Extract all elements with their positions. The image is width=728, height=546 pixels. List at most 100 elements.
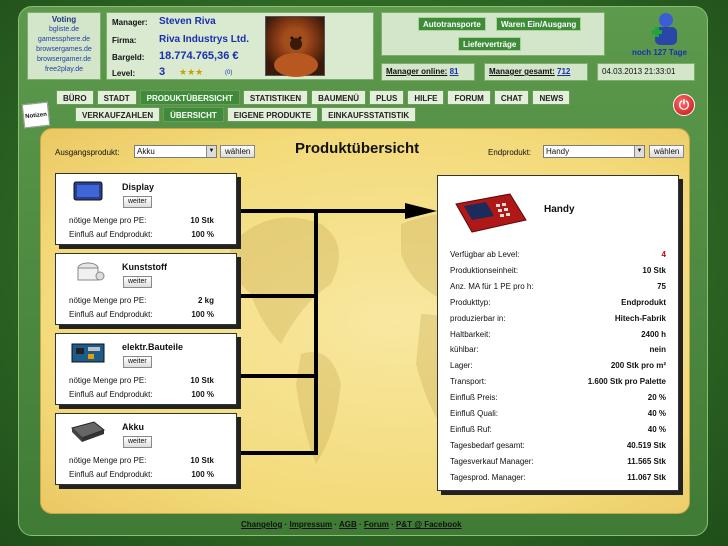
footer-link-forum[interactable]: Forum [364,520,389,529]
manager-total-value[interactable]: 712 [557,67,570,76]
manager-total-label: Manager gesamt: [489,67,555,76]
end-choose-button[interactable]: wählen [649,145,685,158]
mobile-phone-icon [455,193,527,233]
attribute-label: Produktionseinheit: [450,265,519,275]
notizen-note[interactable]: Notizen [21,101,51,129]
einfluss-value: 100 % [191,390,214,399]
product-attribute-row: Haltbarkeit: 2400 h [450,330,666,339]
end-select[interactable]: Handy ▼ [543,145,645,158]
sub-tab-eigene-produkte[interactable]: EIGENE PRODUKTE [226,107,319,122]
firma-label: Firma: [112,36,137,45]
connector-line [236,209,316,213]
menge-label: nötige Menge pro PE: [69,376,147,385]
manager-name: Steven Riva [159,16,216,27]
attribute-label: Produkttyp: [450,297,491,307]
sub-nav: VERKAUFZAHLEN ÜBERSICHT EIGENE PRODUKTE … [75,107,417,122]
connector-line [314,209,318,455]
sub-tab-uebersicht[interactable]: ÜBERSICHT [163,107,224,122]
attribute-label: Anz. MA für 1 PE pro h: [450,281,534,291]
end-label: Endprodukt: [488,148,532,157]
bargeld-value: 18.774.765,36 € [159,50,239,62]
product-attribute-row: Einfluß Preis: 20 % [450,393,666,402]
footer-link-facebook[interactable]: P&T @ Facebook [396,520,462,529]
attribute-value: 1.600 Stk pro Palette [587,377,666,387]
attribute-value: 200 Stk pro m² [610,361,666,371]
attribute-value: 11.565 Stk [627,456,666,466]
einfluss-value: 100 % [191,470,214,479]
product-attribute-row: Einfluß Quali: 40 % [450,409,666,418]
nav-tab-baumenue[interactable]: BAUMENÜ [311,90,367,105]
voting-link[interactable]: bgliste.de [28,25,100,35]
weiter-button[interactable]: weiter [123,276,152,288]
waren-button[interactable]: Waren Ein/Ausgang [496,17,582,31]
attribute-value: Hitech-Fabrik [614,313,666,323]
sub-tab-einkaufsstatistik[interactable]: EINKAUFSSTATISTIK [321,107,417,122]
voting-link[interactable]: gamessphere.de [28,35,100,45]
product-attribute-row: Einfluß Ruf: 40 % [450,425,666,434]
attribute-label: Tagesbedarf gesamt: [450,440,525,450]
menge-value: 10 Stk [190,456,214,465]
menge-value: 10 Stk [190,216,214,225]
sub-tab-verkaufzahlen[interactable]: VERKAUFZAHLEN [75,107,161,122]
kunststoff-icon [77,262,105,281]
logout-power-icon[interactable]: ⏻ [673,94,695,116]
attribute-label: Haltbarkeit: [450,329,491,339]
bargeld-label: Bargeld: [112,53,145,62]
product-attribute-row: Tagesbedarf gesamt: 40.519 Stk [450,441,666,450]
ausgang-select[interactable]: Akku ▼ [134,145,217,158]
nav-tab-plus[interactable]: PLUS [369,90,405,105]
liefervertraege-button[interactable]: Lieferverträge [458,37,522,51]
component-name: Display [122,182,155,192]
nav-tab-stadt[interactable]: STADT [96,90,137,105]
attribute-label: Transport: [450,377,487,387]
nav-tab-statistiken[interactable]: STATISTIKEN [242,90,309,105]
nav-tab-produktuebersicht[interactable]: PRODUKTÜBERSICHT [139,90,240,105]
manager-online-box: Manager online: 81 [381,63,475,81]
einfluss-label: Einfluß auf Endprodukt: [69,390,153,399]
chevron-down-icon: ▼ [634,146,644,157]
component-card: Kunststoff weiter nötige Menge pro PE: 2… [55,253,237,325]
voting-link[interactable]: browsergames.de [28,45,100,55]
manager-online-value[interactable]: 81 [450,67,459,76]
component-name: Akku [122,422,145,432]
product-attribute-row: Transport: 1.600 Stk pro Palette [450,377,666,386]
level-stars: ★★★ [179,67,204,77]
component-card: Akku weiter nötige Menge pro PE: 10 Stk … [55,413,237,485]
attribute-label: kühlbar: [450,345,479,355]
footer-link-impressum[interactable]: Impressum [289,520,332,529]
attribute-value: Endprodukt [621,297,666,307]
level-value: 3 [159,66,166,78]
footer-link-agb[interactable]: AGB [339,520,357,529]
nav-tab-chat[interactable]: CHAT [493,90,530,105]
component-card: elektr.Bauteile weiter nötige Menge pro … [55,333,237,405]
arrow-head-icon [405,203,437,219]
weiter-button[interactable]: weiter [123,436,152,448]
days-remaining: noch 127 Tage [632,48,687,57]
autotransporte-button[interactable]: Autotransporte [418,17,486,31]
nav-tab-forum[interactable]: FORUM [447,90,491,105]
voting-link[interactable]: free2play.de [28,65,100,75]
menge-label: nötige Menge pro PE: [69,296,147,305]
component-card: Display weiter nötige Menge pro PE: 10 S… [55,173,237,245]
firma-name: Riva Industrys Ltd. [159,34,250,45]
voting-panel: Voting bgliste.de gamessphere.de browser… [27,12,101,80]
manager-avatar[interactable] [265,16,325,77]
chevron-down-icon: ▼ [206,146,216,157]
nav-tab-news[interactable]: NEWS [532,90,571,105]
nav-tab-hilfe[interactable]: HILFE [407,90,445,105]
product-name: Handy [544,204,575,215]
weiter-button[interactable]: weiter [123,196,152,208]
product-attribute-row: Produkttyp: Endprodukt [450,298,666,307]
product-overview-panel: Produktübersicht Ausgangsprodukt: Akku ▼… [40,128,690,514]
circuit-board-icon [71,343,105,363]
ausgang-choose-button[interactable]: wählen [220,145,256,158]
footer-link-changelog[interactable]: Changelog [241,520,282,529]
nav-tab-buero[interactable]: BÜRO [56,90,94,105]
voting-link[interactable]: browsergamer.de [28,55,100,65]
einfluss-value: 100 % [191,230,214,239]
add-manager-icon[interactable] [651,12,681,46]
weiter-button[interactable]: weiter [123,356,152,368]
page-title: Produktübersicht [295,140,420,157]
product-attribute-row: produzierbar in: Hitech-Fabrik [450,314,666,323]
attribute-value: 40.519 Stk [626,440,666,450]
